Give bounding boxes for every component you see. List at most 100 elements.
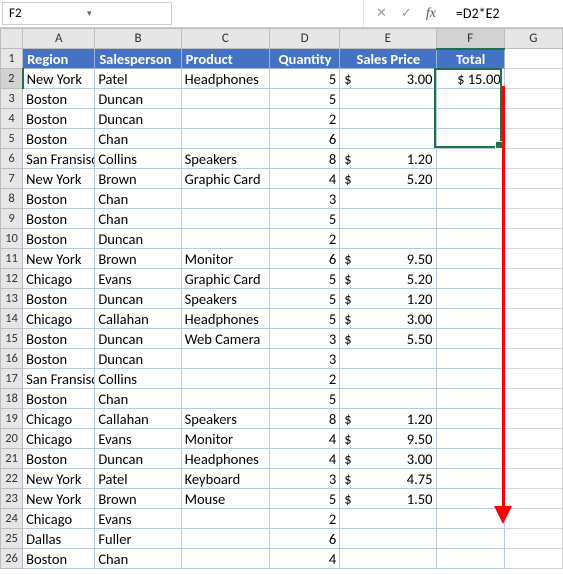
cell-price[interactable]: $1.20 — [340, 409, 436, 429]
cell-product[interactable] — [181, 349, 269, 369]
cell-price[interactable]: $3.00 — [340, 69, 436, 89]
cell-product[interactable]: Headphones — [181, 309, 269, 329]
cell-total[interactable] — [436, 449, 504, 469]
hdr-total[interactable]: Total — [436, 49, 504, 69]
row-header-2[interactable]: 2 — [1, 69, 23, 89]
cell-product[interactable]: Mouse — [181, 489, 269, 509]
cell-price[interactable]: $9.50 — [340, 249, 436, 269]
cell-qty[interactable]: 6 — [269, 529, 339, 549]
cell-product[interactable] — [181, 89, 269, 109]
cell-G25[interactable] — [504, 529, 562, 549]
cancel-icon[interactable]: ✕ — [376, 6, 387, 21]
cell-total[interactable] — [436, 209, 504, 229]
cell-total[interactable] — [436, 549, 504, 569]
cell-total[interactable] — [436, 269, 504, 289]
cell-qty[interactable]: 8 — [269, 149, 339, 169]
cell-product[interactable]: Speakers — [181, 409, 269, 429]
hdr-region[interactable]: Region — [23, 49, 95, 69]
cell-region[interactable]: San Fransisco — [23, 369, 95, 389]
cell-G10[interactable] — [504, 229, 562, 249]
cell-sales[interactable]: Chan — [95, 549, 181, 569]
cell-sales[interactable]: Chan — [95, 209, 181, 229]
cell-price[interactable]: $5.20 — [340, 169, 436, 189]
cell-region[interactable]: New York — [23, 469, 95, 489]
cell-G20[interactable] — [504, 429, 562, 449]
cell-sales[interactable]: Patel — [95, 69, 181, 89]
cell-sales[interactable]: Collins — [95, 369, 181, 389]
spreadsheet-grid[interactable]: A B C D E F G 1 Region Salesperson Produ… — [0, 28, 563, 569]
cell-sales[interactable]: Evans — [95, 429, 181, 449]
cell-product[interactable]: Keyboard — [181, 469, 269, 489]
cell-total[interactable] — [436, 309, 504, 329]
cell-qty[interactable]: 3 — [269, 329, 339, 349]
cell-qty[interactable]: 5 — [269, 309, 339, 329]
cell-total[interactable] — [436, 509, 504, 529]
cell-region[interactable]: New York — [23, 249, 95, 269]
row-header-10[interactable]: 10 — [1, 229, 23, 249]
cell-total[interactable] — [436, 109, 504, 129]
cell-qty[interactable]: 6 — [269, 249, 339, 269]
cell-total[interactable] — [436, 529, 504, 549]
cell-G14[interactable] — [504, 309, 562, 329]
cell-qty[interactable]: 5 — [269, 389, 339, 409]
cell-G23[interactable] — [504, 489, 562, 509]
cell-qty[interactable]: 4 — [269, 549, 339, 569]
cell-G15[interactable] — [504, 329, 562, 349]
cell-total[interactable] — [436, 469, 504, 489]
cell-G3[interactable] — [504, 89, 562, 109]
cell-sales[interactable]: Duncan — [95, 229, 181, 249]
row-header-1[interactable]: 1 — [1, 49, 23, 69]
row-header-15[interactable]: 15 — [1, 329, 23, 349]
row-header-13[interactable]: 13 — [1, 289, 23, 309]
cell-G6[interactable] — [504, 149, 562, 169]
cell-qty[interactable]: 5 — [269, 69, 339, 89]
cell-region[interactable]: San Fransisco — [23, 149, 95, 169]
cell-G24[interactable] — [504, 509, 562, 529]
enter-icon[interactable]: ✓ — [401, 6, 412, 21]
row-header-4[interactable]: 4 — [1, 109, 23, 129]
row-header-9[interactable]: 9 — [1, 209, 23, 229]
cell-total[interactable] — [436, 329, 504, 349]
cell-region[interactable]: Boston — [23, 449, 95, 469]
cell-sales[interactable]: Chan — [95, 389, 181, 409]
cell-G7[interactable] — [504, 169, 562, 189]
cell-total[interactable] — [436, 229, 504, 249]
cell-G26[interactable] — [504, 549, 562, 569]
cell-G11[interactable] — [504, 249, 562, 269]
cell-total[interactable] — [436, 89, 504, 109]
cell-price[interactable] — [340, 509, 436, 529]
cell-qty[interactable]: 2 — [269, 369, 339, 389]
cell-qty[interactable]: 5 — [269, 209, 339, 229]
cell-total[interactable] — [436, 369, 504, 389]
cell-G22[interactable] — [504, 469, 562, 489]
cell-region[interactable]: Boston — [23, 549, 95, 569]
fx-icon[interactable]: fx — [426, 6, 436, 22]
cell-total[interactable] — [436, 489, 504, 509]
cell-G8[interactable] — [504, 189, 562, 209]
cell-region[interactable]: Boston — [23, 109, 95, 129]
cell-region[interactable]: Boston — [23, 289, 95, 309]
cell-region[interactable]: Boston — [23, 89, 95, 109]
cell-total[interactable] — [436, 129, 504, 149]
cell-price[interactable]: $5.50 — [340, 329, 436, 349]
cell-sales[interactable]: Brown — [95, 169, 181, 189]
cell-sales[interactable]: Fuller — [95, 529, 181, 549]
cell-total[interactable] — [436, 189, 504, 209]
hdr-product[interactable]: Product — [181, 49, 269, 69]
row-header-25[interactable]: 25 — [1, 529, 23, 549]
cell-product[interactable] — [181, 549, 269, 569]
cell-total[interactable] — [436, 349, 504, 369]
cell-G17[interactable] — [504, 369, 562, 389]
cell-total[interactable] — [436, 389, 504, 409]
cell-qty[interactable]: 5 — [269, 269, 339, 289]
cell-product[interactable]: Speakers — [181, 149, 269, 169]
col-header-E[interactable]: E — [340, 29, 436, 49]
row-header-24[interactable]: 24 — [1, 509, 23, 529]
row-header-7[interactable]: 7 — [1, 169, 23, 189]
cell-price[interactable] — [340, 369, 436, 389]
cell-price[interactable]: $1.50 — [340, 489, 436, 509]
cell-G21[interactable] — [504, 449, 562, 469]
cell-price[interactable] — [340, 389, 436, 409]
cell-qty[interactable]: 4 — [269, 429, 339, 449]
row-header-8[interactable]: 8 — [1, 189, 23, 209]
